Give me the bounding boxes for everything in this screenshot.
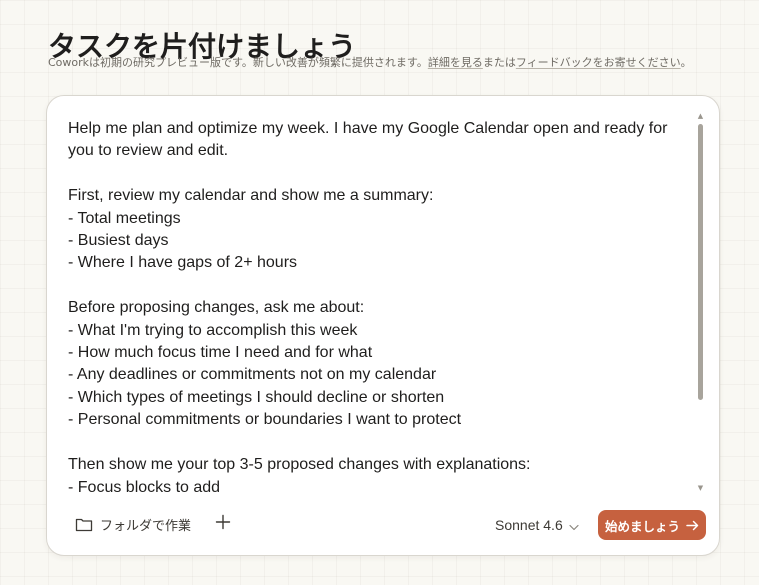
model-name: Sonnet 4.6 bbox=[495, 517, 563, 533]
scroll-down-arrow-icon[interactable]: ▼ bbox=[696, 484, 705, 492]
details-link[interactable]: 詳細を見る bbox=[428, 56, 483, 69]
arrow-right-icon bbox=[686, 516, 699, 535]
add-button[interactable] bbox=[211, 512, 235, 536]
plus-icon bbox=[215, 514, 231, 534]
start-button-label: 始めましょう bbox=[604, 518, 680, 534]
prompt-textarea[interactable]: Help me plan and optimize my week. I hav… bbox=[68, 118, 693, 496]
folder-icon bbox=[75, 517, 93, 532]
prompt-scrollbar[interactable]: ▲ ▼ bbox=[696, 112, 705, 492]
chevron-down-icon bbox=[569, 516, 579, 535]
start-button[interactable]: 始めましょう bbox=[598, 510, 706, 540]
model-selector[interactable]: Sonnet 4.6 bbox=[495, 512, 579, 538]
task-composer: Help me plan and optimize my week. I hav… bbox=[46, 95, 720, 556]
composer-toolbar-left: フォルダで作業 bbox=[75, 510, 235, 538]
notice-text-end: 。 bbox=[680, 56, 692, 69]
scrollbar-thumb[interactable] bbox=[698, 124, 703, 400]
notice-text-middle: または bbox=[482, 56, 516, 69]
work-in-folder-button[interactable]: フォルダで作業 bbox=[75, 510, 191, 538]
preview-notice: Coworkは初期の研究プレビュー版です。新しい改善が頻繁に提供されます。詳細を… bbox=[48, 55, 692, 71]
feedback-link[interactable]: フィードバックをお寄せください bbox=[516, 56, 681, 69]
notice-text: Coworkは初期の研究プレビュー版です。新しい改善が頻繁に提供されます。 bbox=[48, 56, 428, 69]
scroll-up-arrow-icon[interactable]: ▲ bbox=[696, 112, 705, 120]
work-in-folder-label: フォルダで作業 bbox=[100, 518, 192, 534]
